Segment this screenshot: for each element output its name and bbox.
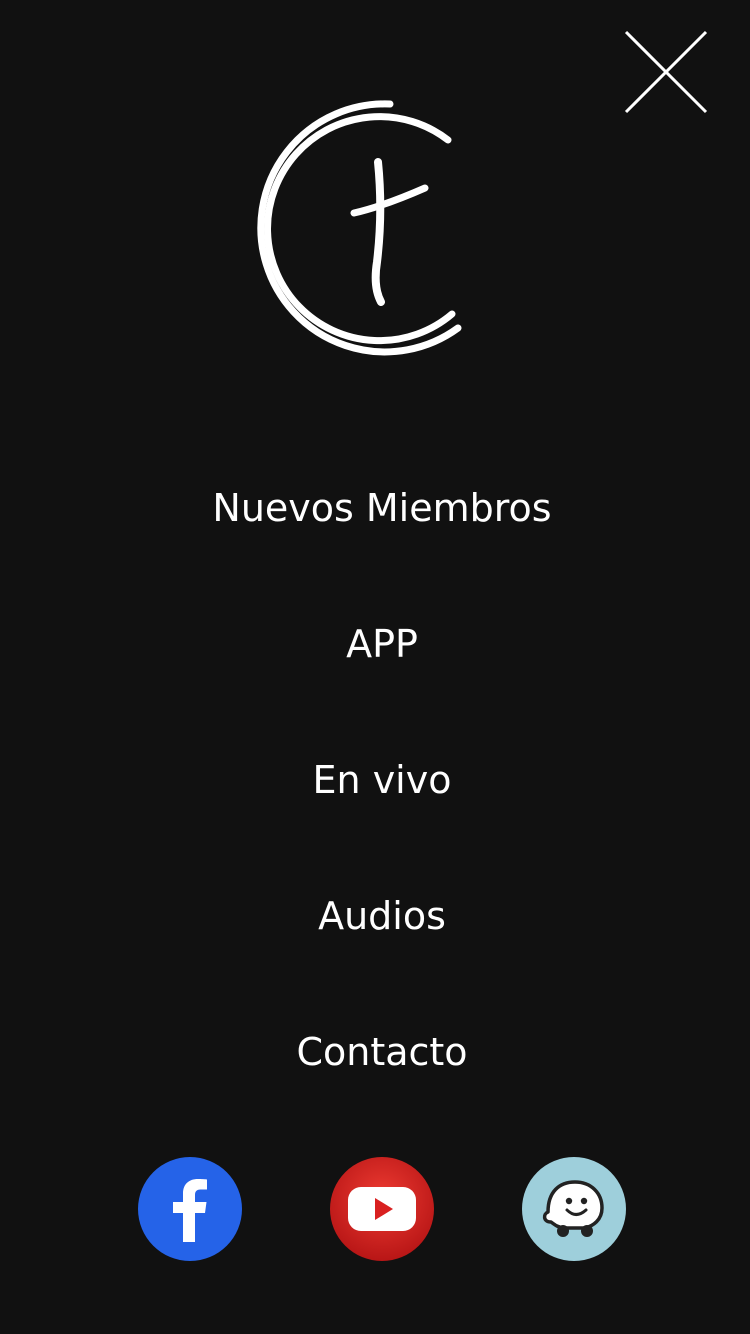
menu-link-contacto[interactable]: Contacto <box>162 1016 602 1088</box>
menu-item: APP <box>0 576 750 712</box>
facebook-button[interactable] <box>137 1156 243 1262</box>
facebook-icon <box>138 1157 242 1261</box>
waze-button[interactable] <box>521 1156 627 1262</box>
youtube-button[interactable] <box>329 1156 435 1262</box>
close-icon <box>624 30 708 114</box>
menu-link-nuevos-miembros[interactable]: Nuevos Miembros <box>162 472 602 544</box>
youtube-icon <box>330 1157 434 1261</box>
social-links <box>0 1156 750 1262</box>
menu-link-en-vivo[interactable]: En vivo <box>162 744 602 816</box>
menu-item: Audios <box>0 848 750 984</box>
menu-link-app[interactable]: APP <box>162 608 602 680</box>
menu-item: Nuevos Miembros <box>0 440 750 576</box>
church-logo <box>250 92 470 362</box>
menu-item: En vivo <box>0 712 750 848</box>
menu-item: Contacto <box>0 984 750 1120</box>
close-button[interactable] <box>618 24 714 120</box>
church-logo-cross <box>257 100 462 356</box>
main-menu: Nuevos Miembros APP En vivo Audios Conta… <box>0 440 750 1120</box>
menu-link-audios[interactable]: Audios <box>162 880 602 952</box>
waze-icon <box>522 1157 626 1261</box>
